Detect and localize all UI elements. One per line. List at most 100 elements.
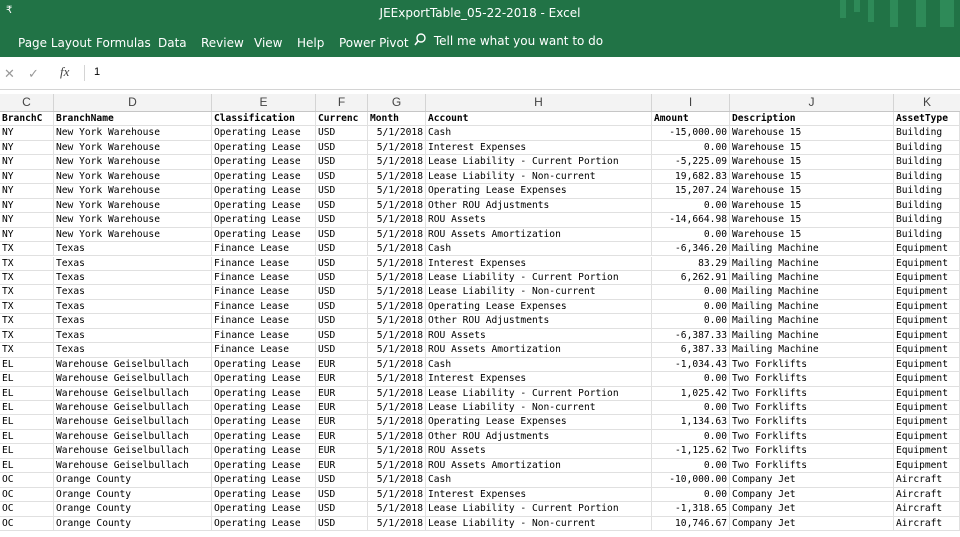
cell-amount[interactable]: 0.00 <box>652 401 730 415</box>
cell-branch-name[interactable]: Warehouse Geiselbullach <box>54 386 212 401</box>
cell-account[interactable]: Interest Expenses <box>426 140 652 155</box>
cell-branch-name[interactable]: Orange County <box>54 473 212 488</box>
cell-account[interactable]: Interest Expenses <box>426 487 652 502</box>
cell-branch-code[interactable]: EL <box>0 415 54 430</box>
cell-description[interactable]: Two Forklifts <box>730 386 894 401</box>
cell-amount[interactable]: 15,207.24 <box>652 184 730 199</box>
cell-account[interactable]: Lease Liability - Non-current <box>426 516 652 531</box>
cell-branch-name[interactable]: Texas <box>54 256 212 271</box>
cell-description[interactable]: Warehouse 15 <box>730 198 894 213</box>
cell-classification[interactable]: Operating Lease <box>212 487 316 502</box>
cell-classification[interactable]: Finance Lease <box>212 343 316 358</box>
cell-currency[interactable]: USD <box>316 155 368 170</box>
cell-classification[interactable]: Operating Lease <box>212 372 316 387</box>
cell-classification[interactable]: Operating Lease <box>212 415 316 430</box>
cell-currency[interactable]: EUR <box>316 444 368 459</box>
cell-classification[interactable]: Operating Lease <box>212 357 316 372</box>
cell-account[interactable]: ROU Assets Amortization <box>426 458 652 473</box>
cell-asset-type[interactable]: Equipment <box>894 357 960 372</box>
cell-description[interactable]: Warehouse 15 <box>730 155 894 170</box>
cell-description[interactable]: Mailing Machine <box>730 270 894 285</box>
cell-description[interactable]: Company Jet <box>730 502 894 517</box>
cell-classification[interactable]: Operating Lease <box>212 184 316 199</box>
cell-branch-name[interactable]: Texas <box>54 242 212 257</box>
cell-amount[interactable]: 0.00 <box>652 198 730 213</box>
cell-branch-code[interactable]: TX <box>0 299 54 314</box>
cell-amount[interactable]: -1,125.62 <box>652 444 730 459</box>
cell-description[interactable]: Two Forklifts <box>730 372 894 387</box>
cell-month[interactable]: 5/1/2018 <box>368 285 426 300</box>
cell-month[interactable]: 5/1/2018 <box>368 198 426 213</box>
cell-branch-code[interactable]: NY <box>0 184 54 199</box>
tab-formulas[interactable]: Formulas <box>96 36 151 50</box>
tab-data[interactable]: Data <box>158 36 187 50</box>
column-header-f[interactable]: F <box>316 94 368 111</box>
cell-amount[interactable]: 6,387.33 <box>652 343 730 358</box>
cell-branch-code[interactable]: NY <box>0 198 54 213</box>
cell-branch-code[interactable]: EL <box>0 386 54 401</box>
cell-currency[interactable]: USD <box>316 285 368 300</box>
header-cell-description[interactable]: Description <box>730 112 894 126</box>
cell-classification[interactable]: Finance Lease <box>212 256 316 271</box>
cell-asset-type[interactable]: Aircraft <box>894 473 960 488</box>
cell-asset-type[interactable]: Building <box>894 126 960 141</box>
header-cell-branch-code[interactable]: BranchC <box>0 112 54 126</box>
cell-description[interactable]: Mailing Machine <box>730 328 894 343</box>
cell-account[interactable]: Operating Lease Expenses <box>426 184 652 199</box>
cell-asset-type[interactable]: Equipment <box>894 343 960 358</box>
cell-account[interactable]: Operating Lease Expenses <box>426 299 652 314</box>
cell-asset-type[interactable]: Building <box>894 227 960 242</box>
cell-branch-code[interactable]: EL <box>0 401 54 415</box>
cell-branch-code[interactable]: NY <box>0 140 54 155</box>
cell-asset-type[interactable]: Building <box>894 155 960 170</box>
cell-account[interactable]: ROU Assets <box>426 213 652 228</box>
cell-classification[interactable]: Operating Lease <box>212 169 316 184</box>
cell-currency[interactable]: USD <box>316 343 368 358</box>
cell-branch-name[interactable]: Warehouse Geiselbullach <box>54 444 212 459</box>
cell-branch-name[interactable]: Texas <box>54 299 212 314</box>
cell-branch-name[interactable]: Texas <box>54 285 212 300</box>
cell-asset-type[interactable]: Equipment <box>894 401 960 415</box>
cell-currency[interactable]: USD <box>316 328 368 343</box>
cell-month[interactable]: 5/1/2018 <box>368 386 426 401</box>
cell-month[interactable]: 5/1/2018 <box>368 357 426 372</box>
cell-classification[interactable]: Operating Lease <box>212 401 316 415</box>
cell-amount[interactable]: -6,387.33 <box>652 328 730 343</box>
cell-classification[interactable]: Operating Lease <box>212 140 316 155</box>
cell-branch-name[interactable]: Orange County <box>54 516 212 531</box>
column-header-g[interactable]: G <box>368 94 426 111</box>
cell-asset-type[interactable]: Building <box>894 169 960 184</box>
cell-branch-code[interactable]: OC <box>0 516 54 531</box>
cell-month[interactable]: 5/1/2018 <box>368 401 426 415</box>
cell-amount[interactable]: -6,346.20 <box>652 242 730 257</box>
cell-asset-type[interactable]: Equipment <box>894 444 960 459</box>
cell-branch-name[interactable]: Warehouse Geiselbullach <box>54 415 212 430</box>
cell-description[interactable]: Two Forklifts <box>730 415 894 430</box>
cell-currency[interactable]: USD <box>316 126 368 141</box>
cell-month[interactable]: 5/1/2018 <box>368 227 426 242</box>
cell-account[interactable]: Lease Liability - Current Portion <box>426 502 652 517</box>
cell-classification[interactable]: Operating Lease <box>212 458 316 473</box>
cell-description[interactable]: Company Jet <box>730 487 894 502</box>
cell-account[interactable]: Cash <box>426 126 652 141</box>
cell-amount[interactable]: 0.00 <box>652 487 730 502</box>
cell-description[interactable]: Two Forklifts <box>730 401 894 415</box>
cell-amount[interactable]: 0.00 <box>652 372 730 387</box>
cell-asset-type[interactable]: Building <box>894 140 960 155</box>
header-cell-classification[interactable]: Classification <box>212 112 316 126</box>
column-header-c[interactable]: C <box>0 94 54 111</box>
cell-currency[interactable]: EUR <box>316 401 368 415</box>
cell-amount[interactable]: 1,025.42 <box>652 386 730 401</box>
cell-currency[interactable]: USD <box>316 140 368 155</box>
cell-description[interactable]: Mailing Machine <box>730 343 894 358</box>
cell-classification[interactable]: Operating Lease <box>212 126 316 141</box>
cell-asset-type[interactable]: Equipment <box>894 299 960 314</box>
tab-page-layout[interactable]: Page Layout <box>18 36 92 50</box>
enter-icon[interactable]: ✓ <box>28 66 39 82</box>
cell-amount[interactable]: -1,034.43 <box>652 357 730 372</box>
cell-asset-type[interactable]: Equipment <box>894 270 960 285</box>
cell-month[interactable]: 5/1/2018 <box>368 314 426 329</box>
tell-me-search[interactable]: Tell me what you want to do <box>414 33 603 48</box>
cell-month[interactable]: 5/1/2018 <box>368 184 426 199</box>
cell-account[interactable]: Lease Liability - Non-current <box>426 285 652 300</box>
